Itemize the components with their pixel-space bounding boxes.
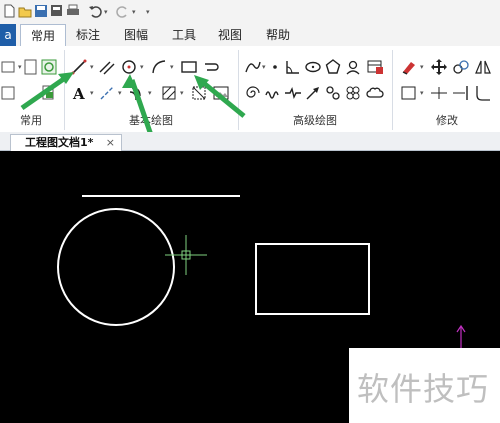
document-tab-strip: 工程图文档1* ×	[0, 132, 500, 151]
tab-tools[interactable]: 工具	[164, 24, 204, 46]
save-as-icon[interactable]	[50, 4, 64, 18]
arrow-to-circle-tool	[122, 74, 155, 139]
document-tab-title: 工程图文档1*	[25, 136, 94, 149]
arrow-to-line-tool	[20, 72, 74, 111]
arrow-to-rectangle-tool	[194, 75, 246, 118]
app-menu-button[interactable]: a	[0, 24, 16, 46]
tab-dimension[interactable]: 标注	[68, 24, 108, 46]
tab-help[interactable]: 帮助	[258, 24, 298, 46]
crosshair-cursor	[165, 235, 207, 275]
watermark-text: 软件技巧	[357, 370, 490, 408]
customize-qa-icon[interactable]: ▾	[146, 9, 152, 16]
watermark-box: 软件技巧	[349, 348, 500, 423]
tab-common[interactable]: 常用	[20, 24, 66, 48]
tab-sheet[interactable]: 图幅	[116, 24, 156, 46]
ribbon-tab-bar: a 常用 标注 图幅 工具 视图 帮助	[0, 24, 500, 48]
redo-icon[interactable]	[116, 4, 130, 18]
drawn-circle[interactable]	[57, 208, 175, 326]
save-icon[interactable]	[34, 4, 48, 18]
quick-access-toolbar: ▾ ▾ ▾	[0, 0, 500, 24]
undo-icon[interactable]	[88, 4, 102, 18]
close-icon[interactable]: ×	[106, 135, 115, 150]
document-tab[interactable]: 工程图文档1* ×	[10, 134, 122, 151]
annotation-arrows	[20, 72, 246, 139]
new-file-icon[interactable]	[2, 4, 16, 18]
open-folder-icon[interactable]	[18, 4, 32, 18]
tab-view[interactable]: 视图	[210, 24, 250, 46]
print-icon[interactable]	[66, 4, 80, 18]
redo-dropdown-icon[interactable]: ▾	[132, 9, 138, 16]
undo-dropdown-icon[interactable]: ▾	[104, 9, 110, 16]
drawn-rectangle[interactable]	[255, 243, 370, 315]
